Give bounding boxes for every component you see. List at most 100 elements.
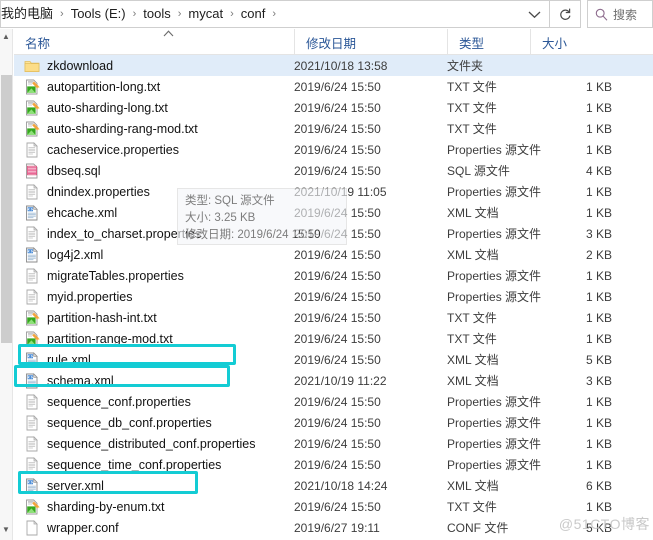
file-name-label: dbseq.sql [47,163,101,178]
file-name-cell[interactable]: auto-sharding-long.txt [14,97,168,118]
file-type-cell: 文件夹 [447,59,484,73]
file-name-cell[interactable]: partition-hash-int.txt [14,307,157,328]
column-header-name[interactable]: 名称 [14,29,294,55]
scrollbar-thumb[interactable] [1,75,12,343]
table-row[interactable]: auto-sharding-rang-mod.txt 2019/6/24 15:5… [14,118,653,139]
breadcrumb-item-3[interactable]: mycat [183,1,228,27]
search-input[interactable]: 搜索 [613,6,637,23]
breadcrumb-separator-2[interactable]: › [176,1,184,27]
table-row[interactable]: wrapper.conf 2019/6/27 19:11 CONF 文件 5 KB [14,517,653,538]
column-header-date-modified[interactable]: 修改日期 [294,29,447,55]
file-name-cell[interactable]: sequence_time_conf.properties [14,454,221,475]
tooltip-type-line: 类型: SQL 源文件 [185,195,275,207]
file-type-cell: Properties 源文件 [447,227,542,241]
txt-file-icon [24,331,40,347]
file-name-label: rule.xml [47,352,91,367]
file-type-cell: Properties 源文件 [447,395,542,409]
table-row[interactable]: myid.properties 2019/6/24 15:50 Properties… [14,286,653,307]
file-size-cell: 1 KB [585,205,612,220]
table-row[interactable]: sharding-by-enum.txt 2019/6/24 15:50 TXT 文… [14,496,653,517]
breadcrumb-separator-0[interactable]: › [58,1,66,27]
file-type-cell: XML 文档 [447,374,499,388]
column-header-size[interactable]: 大小 [530,29,653,55]
file-name-label: sharding-by-enum.txt [47,499,165,514]
table-row[interactable]: rule.xml 2019/6/24 15:50 XML 文档 5 KB [14,349,653,370]
file-name-cell[interactable]: dnindex.properties [14,181,150,202]
file-name-label: schema.xml [47,373,114,388]
txt-file-icon [24,121,40,137]
file-name-cell[interactable]: wrapper.conf [14,517,119,538]
file-name-cell[interactable]: log4j2.xml [14,244,103,265]
txt-file-icon [24,499,40,515]
file-name-cell[interactable]: cacheservice.properties [14,139,179,160]
file-name-cell[interactable]: zkdownload [14,55,113,76]
file-date-cell: 2019/6/24 15:50 [294,415,381,430]
file-date-cell: 2019/6/24 15:50 [294,268,381,283]
file-name-cell[interactable]: sequence_conf.properties [14,391,191,412]
file-name-cell[interactable]: autopartition-long.txt [14,76,160,97]
file-name-label: partition-hash-int.txt [47,310,157,325]
xml-file-icon [24,351,40,368]
file-name-label: wrapper.conf [47,520,119,535]
table-row[interactable]: auto-sharding-long.txt 2019/6/24 15:50 TXT… [14,97,653,118]
file-name-cell[interactable]: partition-range-mod.txt [14,328,173,349]
scroll-up-arrow-icon[interactable]: ▲ [2,33,10,41]
file-name-cell[interactable]: schema.xml [14,370,114,391]
table-row[interactable]: sequence_db_conf.properties 2019/6/24 15:… [14,412,653,433]
file-name-cell[interactable]: sequence_db_conf.properties [14,412,212,433]
table-row[interactable]: cacheservice.properties 2019/6/24 15:50 Pr… [14,139,653,160]
generic-file-icon [24,267,40,284]
table-row[interactable]: autopartition-long.txt 2019/6/24 15:50 TXT… [14,76,653,97]
breadcrumb-item-0[interactable]: 我的电脑 [1,1,58,27]
refresh-button[interactable] [549,0,581,28]
search-box[interactable]: 搜索 [587,0,653,28]
breadcrumb-item-1[interactable]: Tools (E:) [66,1,131,27]
file-type-cell: XML 文档 [447,248,499,262]
column-header-row: 名称 修改日期 类型 大小 [14,29,653,55]
table-row[interactable]: sequence_distributed_conf.properties 2019… [14,433,653,454]
file-name-cell[interactable]: migrateTables.properties [14,265,184,286]
table-row[interactable]: sequence_time_conf.properties 2019/6/24 1… [14,454,653,475]
breadcrumb-separator-4[interactable]: › [270,1,278,27]
file-name-cell[interactable]: dbseq.sql [14,160,101,181]
table-row[interactable]: sequence_conf.properties 2019/6/24 15:50 P… [14,391,653,412]
file-size-cell: 1 KB [585,499,612,514]
file-name-cell[interactable]: server.xml [14,475,104,496]
breadcrumb-item-2[interactable]: tools [138,1,175,27]
table-row[interactable]: server.xml 2021/10/18 14:24 XML 文档 6 KB [14,475,653,496]
file-date-cell: 2019/6/24 15:50 [294,310,381,325]
file-size-cell: 2 KB [585,247,612,262]
breadcrumb-separator-1[interactable]: › [131,1,139,27]
txt-file-icon [24,100,40,116]
file-name-cell[interactable]: rule.xml [14,349,91,370]
breadcrumb-item-4[interactable]: conf [236,1,271,27]
table-row[interactable]: schema.xml 2021/10/19 11:22 XML 文档 3 KB [14,370,653,391]
file-type-cell: Properties 源文件 [447,143,542,157]
scroll-down-arrow-icon[interactable]: ▼ [2,526,10,534]
file-name-cell[interactable]: auto-sharding-rang-mod.txt [14,118,198,139]
file-name-cell[interactable]: index_to_charset.properties [14,223,201,244]
table-row[interactable]: zkdownload 2021/10/18 13:58 文件夹 [14,55,653,76]
table-row[interactable]: partition-range-mod.txt 2019/6/24 15:50 TX… [14,328,653,349]
file-name-label: sequence_distributed_conf.properties [47,436,256,451]
generic-file-icon [24,456,40,473]
file-size-cell: 5 KB [585,520,612,535]
xml-file-icon [24,477,40,494]
file-date-cell: 2019/6/24 15:50 [294,289,381,304]
file-name-cell[interactable]: sharding-by-enum.txt [14,496,164,517]
file-name-cell[interactable]: sequence_distributed_conf.properties [14,433,255,454]
breadcrumb-separator-3[interactable]: › [228,1,236,27]
table-row[interactable]: log4j2.xml 2019/6/24 15:50 XML 文档 2 KB [14,244,653,265]
breadcrumb[interactable]: 我的电脑 › Tools (E:) › tools › mycat › conf… [0,0,519,28]
file-name-cell[interactable]: myid.properties [14,286,132,307]
table-row[interactable]: migrateTables.properties 2019/6/24 15:50 P… [14,265,653,286]
table-row[interactable]: dbseq.sql 2019/6/24 15:50 SQL 源文件 4 KB [14,160,653,181]
file-name-cell[interactable]: ehcache.xml [14,202,117,223]
navigation-pane-scrollbar[interactable]: ▲ ▼ [0,29,13,540]
file-size-cell: 1 KB [585,289,612,304]
column-header-type[interactable]: 类型 [447,29,530,55]
address-history-dropdown-button[interactable] [519,0,549,28]
file-date-cell: 2021/10/19 11:22 [294,373,387,388]
table-row[interactable]: partition-hash-int.txt 2019/6/24 15:50 TXT… [14,307,653,328]
file-list[interactable]: zkdownload 2021/10/18 13:58 文件夹 autopartiti… [14,55,653,540]
